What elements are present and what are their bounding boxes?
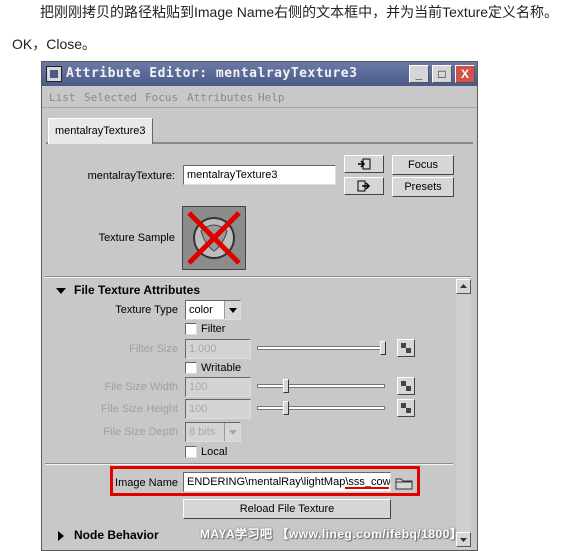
texture-name-underline <box>345 487 389 489</box>
filter-size-label: Filter Size <box>129 343 178 355</box>
article-caption-ok: OK，Close。 <box>12 36 97 52</box>
file-size-height-label: File Size Height <box>100 403 178 415</box>
file-size-height-slider[interactable] <box>257 406 385 410</box>
menu-attributes[interactable]: Attributes <box>187 91 253 104</box>
attribute-scrollbar[interactable] <box>456 279 471 549</box>
article-caption-top: 把刚刚拷贝的路径粘贴到Image Name右侧的文本框中，并为当前Texture… <box>40 4 559 20</box>
file-size-height-map-button[interactable] <box>397 399 415 417</box>
local-label: Local <box>201 446 228 458</box>
select-node-button[interactable] <box>344 155 384 173</box>
file-size-width-label: File Size Width <box>104 381 178 393</box>
scroll-up-icon <box>460 284 467 288</box>
node-name-label: mentalrayTexture: <box>87 170 175 182</box>
tab-strip: mentalrayTexture3 <box>46 114 473 144</box>
presets-button[interactable]: Presets <box>392 177 454 197</box>
minimize-button[interactable]: _ <box>409 65 429 83</box>
file-size-depth-label: File Size Depth <box>103 426 178 438</box>
tab-mentalraytexture3[interactable]: mentalrayTexture3 <box>48 118 153 144</box>
file-size-height-slider-thumb[interactable] <box>283 401 289 415</box>
menu-selected[interactable]: Selected <box>84 91 137 104</box>
missing-texture-icon <box>187 211 241 265</box>
checker-map-icon <box>401 403 411 413</box>
select-node-icon <box>358 158 371 170</box>
checker-map-icon <box>401 343 411 353</box>
menu-bar: List Selected Focus Attributes Help <box>42 88 477 108</box>
file-size-width-slider-thumb[interactable] <box>283 379 289 393</box>
menu-list[interactable]: List <box>49 91 76 104</box>
file-size-width-map-button[interactable] <box>397 377 415 395</box>
file-size-width-field[interactable]: 100 <box>185 377 251 397</box>
expand-arrow-icon <box>58 531 64 541</box>
window-app-icon <box>46 66 62 82</box>
filter-size-slider-thumb[interactable] <box>380 341 386 355</box>
filter-size-map-button[interactable] <box>397 339 415 357</box>
title-bar[interactable]: Attribute Editor: mentalrayTexture3 _ □ … <box>42 62 477 86</box>
menu-help[interactable]: Help <box>258 91 285 104</box>
filter-size-field[interactable]: 1.000 <box>185 339 251 359</box>
writable-checkbox[interactable] <box>185 362 197 374</box>
focus-button[interactable]: Focus <box>392 155 454 175</box>
go-to-output-button[interactable] <box>344 177 384 195</box>
texture-sample-label: Texture Sample <box>98 232 175 244</box>
file-size-depth-select[interactable]: 8 bits <box>185 422 241 442</box>
texture-type-value: color <box>189 304 213 316</box>
close-button[interactable]: X <box>455 65 475 83</box>
texture-type-label: Texture Type <box>115 304 178 316</box>
file-size-depth-value: 8 bits <box>189 426 216 438</box>
filter-label: Filter <box>201 323 226 335</box>
scroll-up-button[interactable] <box>456 279 471 294</box>
checker-map-icon <box>401 381 411 391</box>
filter-checkbox[interactable] <box>185 323 197 335</box>
file-texture-section-label: File Texture Attributes <box>74 283 201 297</box>
texture-sample-swatch[interactable] <box>182 206 246 270</box>
reload-file-texture-button[interactable]: Reload File Texture <box>183 499 391 519</box>
chevron-down-icon <box>224 423 240 441</box>
window-title: Attribute Editor: mentalrayTexture3 <box>66 66 358 81</box>
divider <box>45 276 471 278</box>
local-checkbox[interactable] <box>185 446 197 458</box>
file-size-width-slider[interactable] <box>257 384 385 388</box>
divider <box>45 463 453 465</box>
texture-type-select[interactable]: color <box>185 300 241 320</box>
writable-label: Writable <box>201 362 242 374</box>
node-behavior-section-label: Node Behavior <box>74 528 159 542</box>
collapse-arrow-icon <box>56 288 66 294</box>
node-name-field[interactable]: mentalrayTexture3 <box>183 165 336 185</box>
filter-size-slider[interactable] <box>257 346 385 350</box>
maximize-button[interactable]: □ <box>432 65 452 83</box>
watermark: MAYA学习吧 【www.lineg.com/ifebq/1800】 <box>200 527 463 541</box>
file-size-height-field[interactable]: 100 <box>185 399 251 419</box>
go-to-output-icon <box>357 180 371 192</box>
menu-focus[interactable]: Focus <box>145 91 178 104</box>
file-texture-section-header[interactable]: File Texture Attributes <box>52 283 452 301</box>
image-name-highlight <box>110 466 420 496</box>
chevron-down-icon <box>224 301 240 319</box>
